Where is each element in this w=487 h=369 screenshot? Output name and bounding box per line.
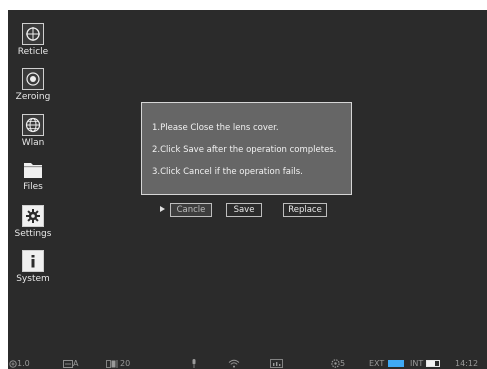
brightness-icon xyxy=(106,359,118,368)
sidebar-item-label: Reticle xyxy=(17,47,49,57)
zoom-icon xyxy=(9,359,17,368)
sidebar-item-wlan[interactable]: Wlan xyxy=(12,114,54,149)
zoom-value: 1.0 xyxy=(17,359,30,368)
info-icon xyxy=(22,250,44,272)
device-screen: Reticle Zeroing Wlan Files Settings Syst… xyxy=(8,10,487,369)
mode-indicator: A xyxy=(63,358,78,369)
ext-storage-indicator xyxy=(388,360,404,367)
mode-icon xyxy=(63,359,73,368)
count-value: 5 xyxy=(340,359,346,368)
sidebar-item-reticle[interactable]: Reticle xyxy=(12,23,54,58)
replace-button[interactable]: Replace xyxy=(283,203,327,217)
int-label: INT xyxy=(410,359,424,368)
sidebar-item-files[interactable]: Files xyxy=(12,160,54,193)
sidebar-item-label: Wlan xyxy=(21,138,45,148)
sidebar-item-label: System xyxy=(16,274,50,284)
gear-icon xyxy=(22,205,44,227)
cancel-button[interactable]: Cancle xyxy=(170,203,212,217)
sidebar-item-settings[interactable]: Settings xyxy=(12,205,54,240)
crosshair-icon xyxy=(22,23,44,45)
sidebar-item-system[interactable]: System xyxy=(12,250,54,285)
target-icon xyxy=(22,68,44,90)
chart-icon xyxy=(270,358,283,369)
mode-value: A xyxy=(73,359,79,368)
instruction-dialog: 1.Please Close the lens cover. 2.Click S… xyxy=(141,102,352,195)
zoom-indicator: 1.0 xyxy=(9,358,30,369)
ext-label: EXT xyxy=(369,359,385,368)
dialog-line-3: 3.Click Cancel if the operation fails. xyxy=(152,167,303,177)
gear-small-icon xyxy=(331,359,340,368)
int-storage-indicator xyxy=(426,360,440,367)
brightness-value: 20 xyxy=(120,359,131,368)
wifi-icon xyxy=(228,358,240,369)
count-indicator: 5 xyxy=(331,358,345,369)
globe-icon xyxy=(22,114,44,136)
save-button[interactable]: Save xyxy=(226,203,262,217)
dialog-line-2: 2.Click Save after the operation complet… xyxy=(152,145,337,155)
dialog-line-1: 1.Please Close the lens cover. xyxy=(152,123,279,133)
microphone-icon xyxy=(191,358,197,369)
sidebar-item-label: Zeroing xyxy=(15,92,51,102)
folder-icon xyxy=(23,160,43,180)
sidebar-item-label: Files xyxy=(23,182,43,192)
status-bar: 1.0 A 20 5 EXT INT 14:12 xyxy=(8,358,487,369)
sidebar-item-label: Settings xyxy=(14,229,52,239)
selection-arrow-icon xyxy=(160,206,165,212)
clock: 14:12 xyxy=(455,359,479,368)
brightness-indicator: 20 xyxy=(106,358,130,369)
sidebar-item-zeroing[interactable]: Zeroing xyxy=(12,68,54,103)
